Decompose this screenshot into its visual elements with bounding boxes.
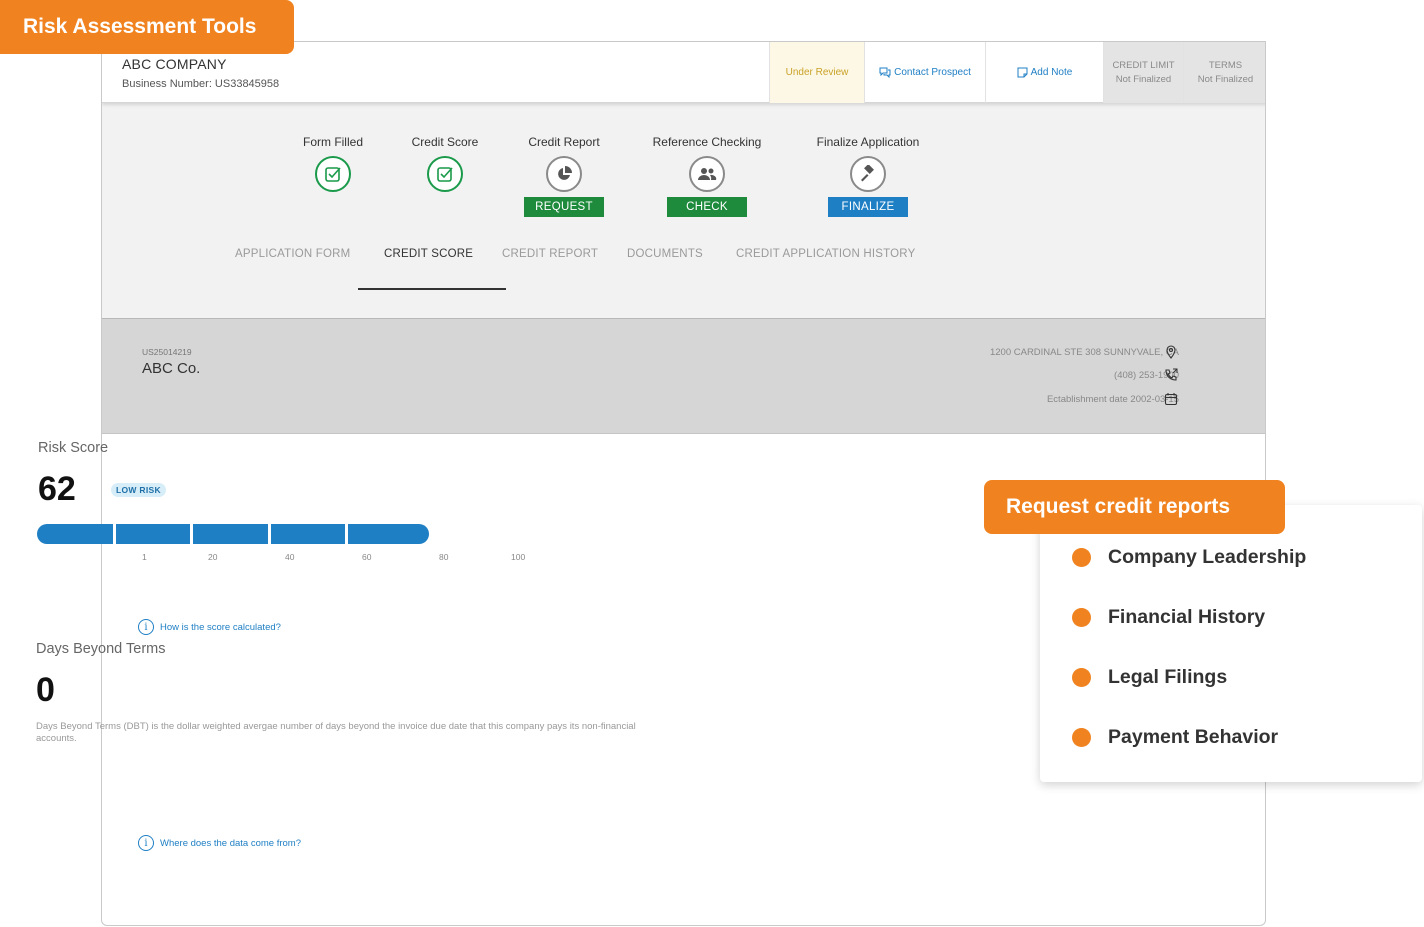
- data-source-label: Where does the data come from?: [160, 837, 301, 849]
- terms-label: TERMS: [1208, 59, 1243, 71]
- checkbox-icon: [427, 156, 463, 192]
- days-beyond-terms-title: Days Beyond Terms: [36, 641, 166, 657]
- location-pin-icon: [1166, 345, 1176, 359]
- company-info-band: US25014219 ABC Co. 1200 CARDINAL STE 308…: [102, 318, 1265, 434]
- finalize-button[interactable]: FINALIZE: [828, 197, 908, 217]
- credit-limit-cell: CREDIT LIMIT Not Finalized: [1103, 42, 1183, 103]
- score-bar-segment: [37, 524, 113, 544]
- request-credit-reports-callout: Request credit reports: [984, 480, 1285, 534]
- score-bar-segment: [116, 524, 190, 544]
- report-option-financial-history[interactable]: Financial History: [1072, 606, 1265, 629]
- add-note-label: Add Note: [1030, 67, 1073, 78]
- risk-score-bar: [37, 524, 429, 544]
- status-label: Under Review: [785, 67, 849, 78]
- pie-chart-icon: [546, 156, 582, 192]
- company-id: US25014219: [142, 347, 192, 357]
- step-label: Credit Report: [528, 135, 600, 149]
- tab-documents[interactable]: DOCUMENTS: [627, 248, 703, 260]
- days-beyond-terms-description: Days Beyond Terms (DBT) is the dollar we…: [36, 721, 636, 744]
- score-bar-segment: [193, 524, 268, 544]
- contact-prospect-button[interactable]: Contact Prospect: [864, 42, 985, 103]
- tab-credit-report[interactable]: CREDIT REPORT: [502, 248, 598, 260]
- scale-tick: 20: [208, 552, 218, 562]
- contact-prospect-label: Contact Prospect: [894, 67, 971, 78]
- step-label: Reference Checking: [652, 135, 762, 149]
- checkbox-icon: [315, 156, 351, 192]
- scale-tick: 100: [511, 552, 526, 562]
- company-established-date: Ectablishment date 2002-03-15: [1046, 394, 1179, 405]
- company-name: ABC COMPANY: [122, 56, 227, 72]
- active-tab-indicator: [358, 288, 506, 290]
- report-option-label: Payment Behavior: [1108, 726, 1279, 748]
- people-icon: [689, 156, 725, 192]
- report-option-company-leadership[interactable]: Company Leadership: [1072, 546, 1306, 569]
- business-number: Business Number: US33845958: [122, 78, 280, 90]
- days-beyond-terms-value: 0: [36, 671, 55, 709]
- status-badge: Under Review: [769, 42, 864, 103]
- chat-icon: [879, 67, 891, 78]
- application-steps: Form Filled Credit Score Credit Report R…: [102, 103, 1265, 318]
- info-icon: i: [138, 619, 154, 635]
- phone-icon: [1165, 368, 1178, 381]
- report-option-payment-behavior[interactable]: Payment Behavior: [1072, 726, 1278, 749]
- gavel-icon: [850, 156, 886, 192]
- score-calculation-link[interactable]: i How is the score calculated?: [138, 619, 281, 635]
- bullet-icon: [1072, 608, 1091, 627]
- scale-tick: 80: [439, 552, 449, 562]
- bullet-icon: [1072, 548, 1091, 567]
- step-label: Finalize Application: [816, 135, 920, 149]
- info-icon: i: [138, 835, 154, 851]
- risk-score-value: 62: [38, 470, 76, 508]
- risk-level-badge: LOW RISK: [111, 483, 166, 497]
- note-icon: [1017, 67, 1028, 78]
- credit-limit-value: Not Finalized: [1115, 73, 1172, 85]
- bullet-icon: [1072, 668, 1091, 687]
- credit-limit-label: CREDIT LIMIT: [1112, 59, 1175, 71]
- scale-tick: 1: [142, 552, 147, 562]
- tab-application-form[interactable]: APPLICATION FORM: [235, 248, 350, 260]
- score-calculation-label: How is the score calculated?: [160, 621, 281, 633]
- bullet-icon: [1072, 728, 1091, 747]
- terms-cell: TERMS Not Finalized: [1183, 42, 1265, 103]
- scale-tick: 40: [285, 552, 295, 562]
- report-option-legal-filings[interactable]: Legal Filings: [1072, 666, 1227, 689]
- score-bar-segment: [348, 524, 429, 544]
- score-bar-segment: [271, 524, 345, 544]
- scale-tick: 60: [362, 552, 372, 562]
- risk-assessment-tools-callout: Risk Assessment Tools: [0, 0, 294, 54]
- add-note-button[interactable]: Add Note: [985, 42, 1103, 103]
- company-short-name: ABC Co.: [142, 360, 201, 377]
- data-source-link[interactable]: i Where does the data come from?: [138, 835, 301, 851]
- tab-credit-application-history[interactable]: CREDIT APPLICATION HISTORY: [736, 248, 915, 260]
- report-option-label: Company Leadership: [1108, 546, 1307, 568]
- risk-score-title: Risk Score: [38, 440, 109, 456]
- check-button[interactable]: CHECK: [667, 197, 747, 217]
- report-option-label: Legal Filings: [1108, 666, 1228, 688]
- company-address: 1200 CARDINAL STE 308 SUNNYVALE, CA: [989, 347, 1179, 358]
- request-button[interactable]: REQUEST: [524, 197, 604, 217]
- terms-value: Not Finalized: [1197, 73, 1254, 85]
- tab-credit-score[interactable]: CREDIT SCORE: [384, 248, 473, 260]
- report-option-label: Financial History: [1108, 606, 1266, 628]
- calendar-icon: [1164, 393, 1178, 406]
